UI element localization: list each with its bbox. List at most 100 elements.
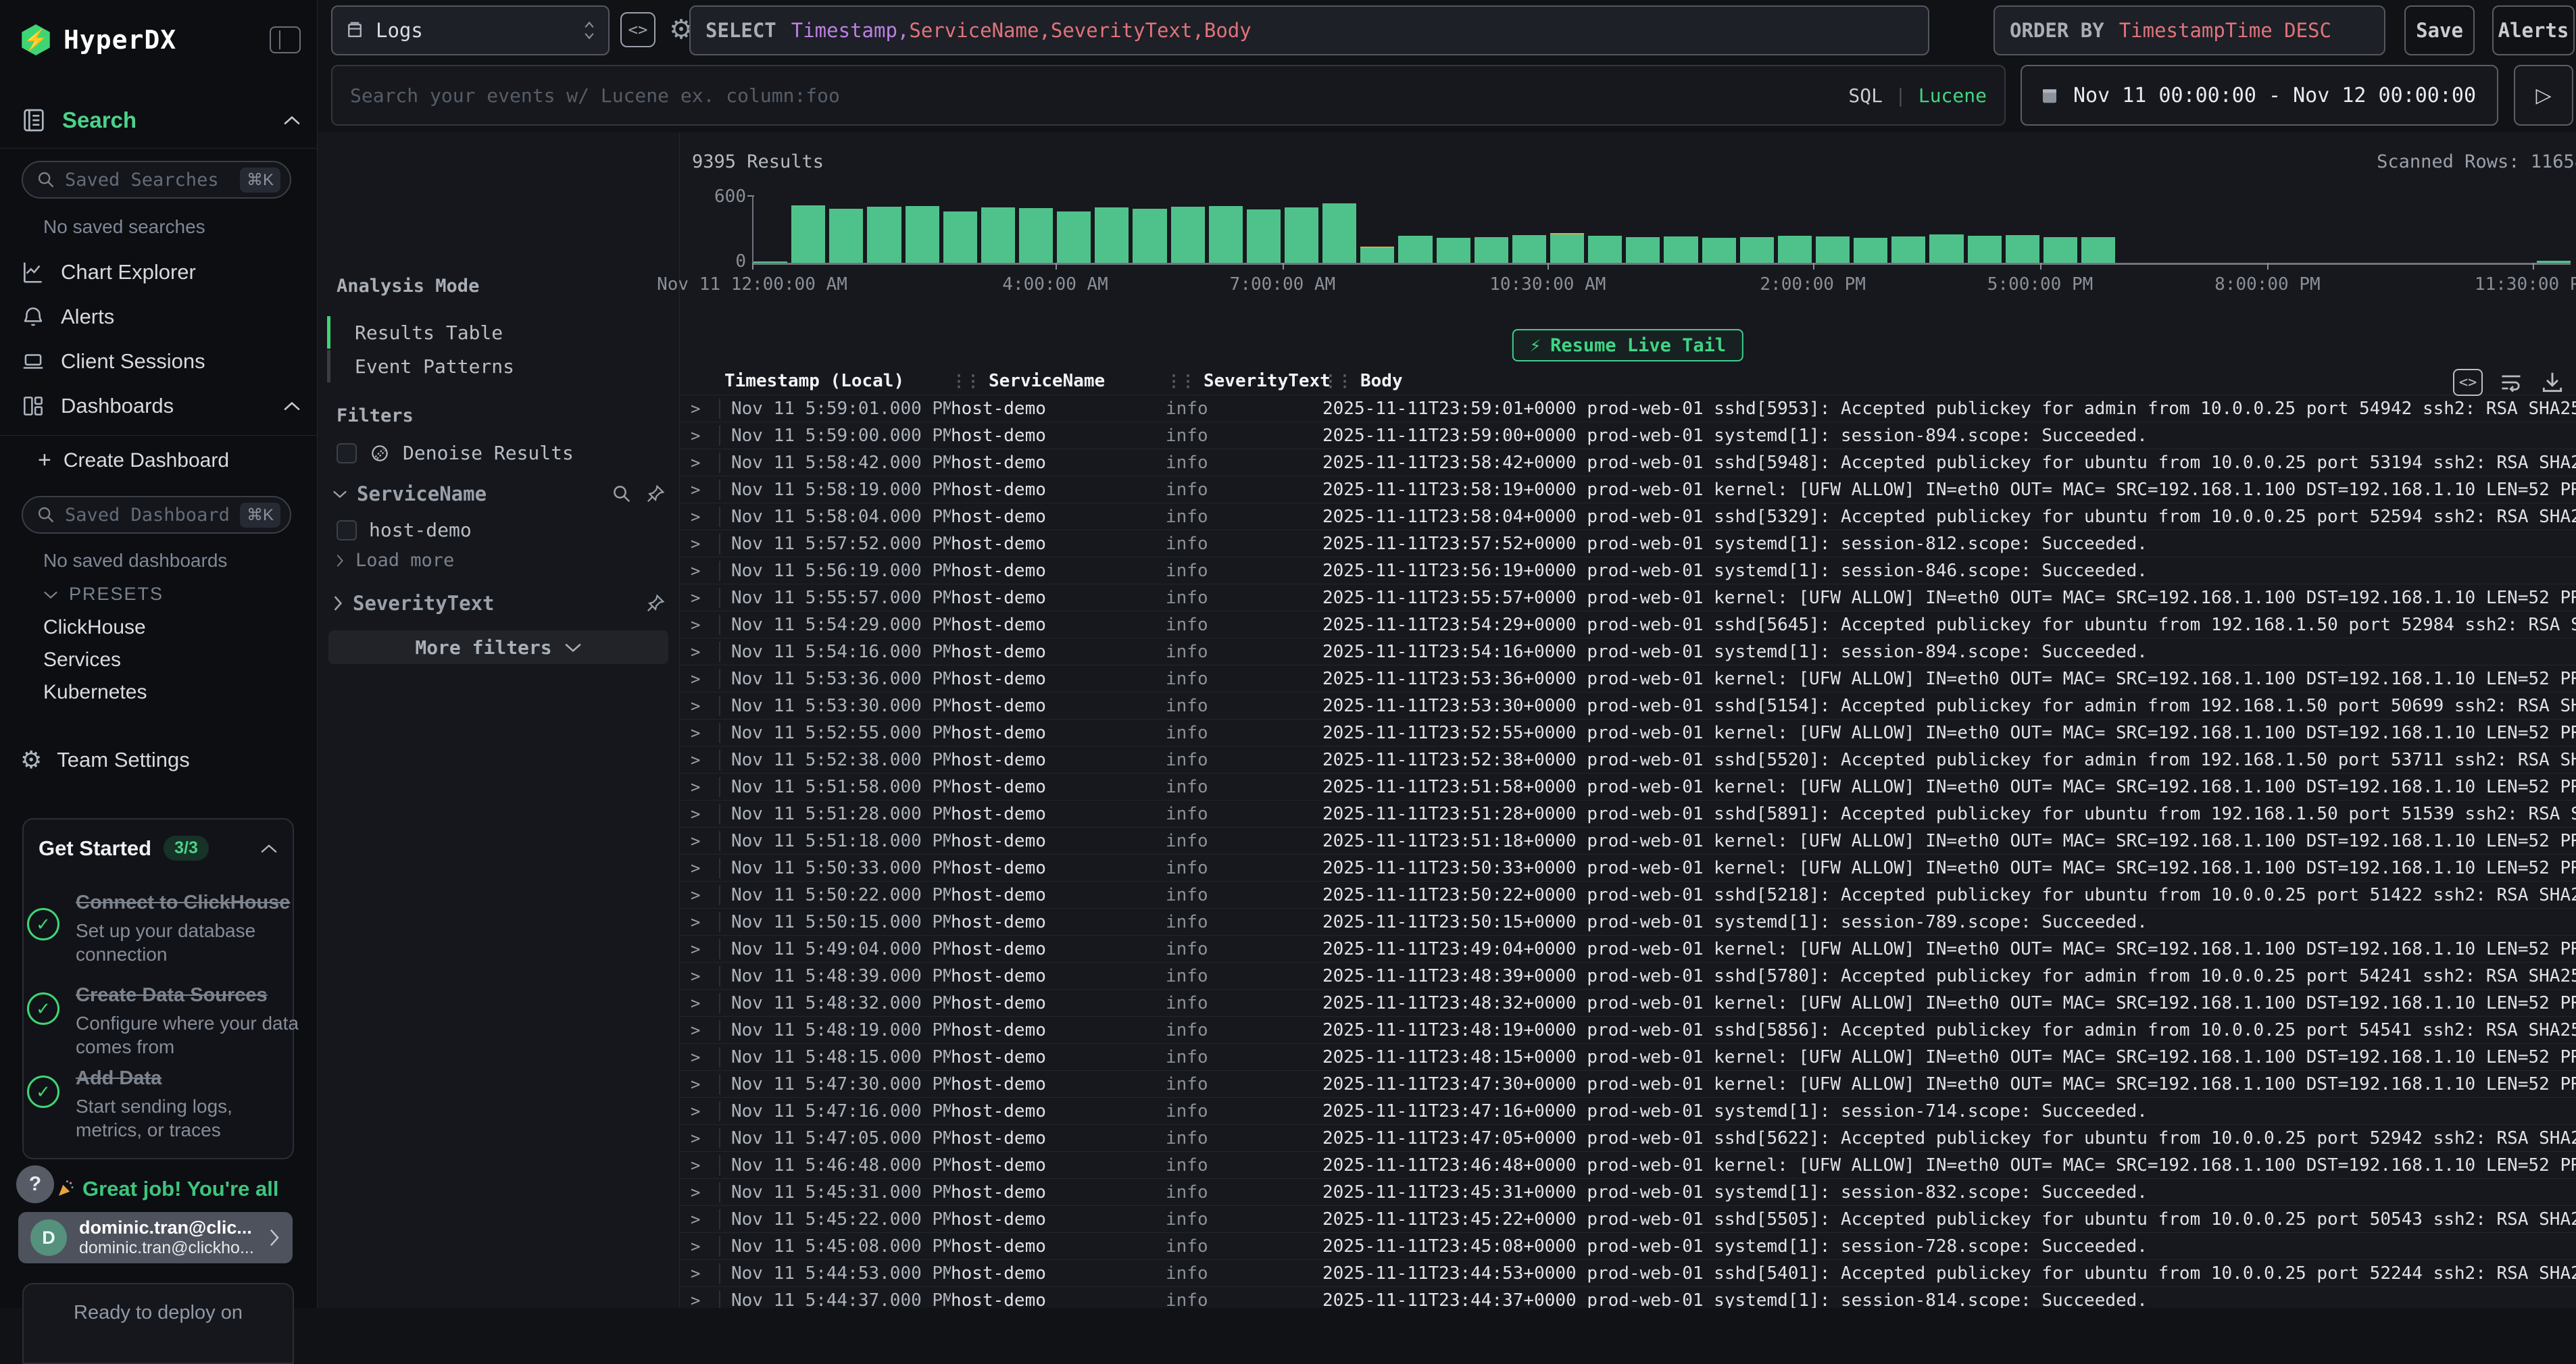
- sidebar-item-search[interactable]: Search: [20, 107, 301, 134]
- load-more-button[interactable]: Load more: [335, 550, 454, 571]
- query-language-toggle[interactable]: SQL | Lucene: [1848, 84, 1987, 107]
- table-row[interactable]: >Nov 11 5:47:30.000 PMhost-demoinfo2025-…: [680, 1070, 2576, 1097]
- get-started-step-add-data[interactable]: ✓ Add Data Start sending logs, metrics, …: [27, 1066, 299, 1142]
- table-row[interactable]: >Nov 11 5:45:08.000 PMhost-demoinfo2025-…: [680, 1232, 2576, 1259]
- chart-bar[interactable]: [2195, 195, 2229, 263]
- get-started-step-sources[interactable]: ✓ Create Data Sources Configure where yo…: [27, 983, 299, 1059]
- chart-bar[interactable]: [1171, 195, 1205, 263]
- chart-bar[interactable]: [943, 195, 977, 263]
- table-row[interactable]: >Nov 11 5:45:31.000 PMhost-demoinfo2025-…: [680, 1178, 2576, 1205]
- denoise-checkbox[interactable]: [337, 443, 357, 463]
- chart-bar[interactable]: [1247, 195, 1281, 263]
- chart-bar[interactable]: [1929, 195, 1963, 263]
- table-row[interactable]: >Nov 11 5:45:22.000 PMhost-demoinfo2025-…: [680, 1205, 2576, 1232]
- table-row[interactable]: >Nov 11 5:53:30.000 PMhost-demoinfo2025-…: [680, 692, 2576, 719]
- chart-bar[interactable]: [2271, 195, 2305, 263]
- preset-item-clickhouse[interactable]: ClickHouse: [43, 616, 146, 639]
- table-row[interactable]: >Nov 11 5:59:01.000 PMhost-demoinfo2025-…: [680, 395, 2576, 422]
- chart-bar[interactable]: [1778, 195, 1812, 263]
- date-range-picker[interactable]: Nov 11 00:00:00 - Nov 12 00:00:00: [2021, 65, 2498, 126]
- table-row[interactable]: >Nov 11 5:53:36.000 PMhost-demoinfo2025-…: [680, 665, 2576, 692]
- table-row[interactable]: >Nov 11 5:48:19.000 PMhost-demoinfo2025-…: [680, 1016, 2576, 1043]
- resume-live-tail-button[interactable]: ⚡ Resume Live Tail: [1512, 329, 1743, 361]
- servicename-filter-group[interactable]: ServiceName: [332, 482, 666, 505]
- chart-bar[interactable]: [1816, 195, 1850, 263]
- chart-bar[interactable]: [2385, 195, 2419, 263]
- chart-bar[interactable]: [2537, 195, 2571, 263]
- chart-bar[interactable]: [1133, 195, 1166, 263]
- table-row[interactable]: >Nov 11 5:58:19.000 PMhost-demoinfo2025-…: [680, 476, 2576, 503]
- chart-bar[interactable]: [1550, 195, 1584, 263]
- chevron-up-icon[interactable]: [260, 843, 278, 854]
- chart-bar[interactable]: [1398, 195, 1432, 263]
- table-row[interactable]: >Nov 11 5:49:04.000 PMhost-demoinfo2025-…: [680, 935, 2576, 962]
- order-by-input[interactable]: ORDER BY TimestampTime DESC: [1993, 5, 2385, 55]
- chart-bar[interactable]: [2498, 195, 2532, 263]
- table-row[interactable]: >Nov 11 5:48:39.000 PMhost-demoinfo2025-…: [680, 962, 2576, 989]
- sidebar-item-dashboards[interactable]: Dashboards: [20, 393, 301, 419]
- table-row[interactable]: >Nov 11 5:55:57.000 PMhost-demoinfo2025-…: [680, 584, 2576, 611]
- pin-icon[interactable]: [645, 484, 666, 504]
- chart-bar[interactable]: [1891, 195, 1925, 263]
- chart-bar[interactable]: [2460, 195, 2494, 263]
- chart-bar[interactable]: [867, 195, 901, 263]
- denoise-filter-row[interactable]: Denoise Results: [337, 442, 666, 464]
- lucene-toggle[interactable]: Lucene: [1918, 84, 1987, 107]
- table-row[interactable]: >Nov 11 5:58:42.000 PMhost-demoinfo2025-…: [680, 449, 2576, 476]
- chart-bar[interactable]: [1360, 195, 1394, 263]
- table-row[interactable]: >Nov 11 5:47:05.000 PMhost-demoinfo2025-…: [680, 1124, 2576, 1151]
- search-input[interactable]: Search your events w/ Lucene ex. column:…: [331, 65, 2006, 126]
- help-button[interactable]: ?: [16, 1165, 54, 1203]
- mode-results-table[interactable]: Results Table: [327, 316, 666, 349]
- column-resize-handle[interactable]: ⋮⋮: [1166, 372, 1194, 390]
- source-select[interactable]: Logs: [331, 5, 610, 55]
- text-wrap-icon[interactable]: [2498, 370, 2525, 395]
- chart-bar[interactable]: [791, 195, 825, 263]
- sql-editor-button[interactable]: <>: [620, 12, 655, 47]
- chart-bar[interactable]: [1854, 195, 1887, 263]
- table-columns-code-icon[interactable]: <>: [2453, 369, 2483, 396]
- table-row[interactable]: >Nov 11 5:44:37.000 PMhost-demoinfo2025-…: [680, 1286, 2576, 1308]
- table-row[interactable]: >Nov 11 5:58:04.000 PMhost-demoinfo2025-…: [680, 503, 2576, 530]
- table-row[interactable]: >Nov 11 5:48:32.000 PMhost-demoinfo2025-…: [680, 989, 2576, 1016]
- chart-bar[interactable]: [1626, 195, 1660, 263]
- preset-item-kubernetes[interactable]: Kubernetes: [43, 681, 147, 704]
- chart-bar[interactable]: [1588, 195, 1622, 263]
- table-row[interactable]: >Nov 11 5:44:53.000 PMhost-demoinfo2025-…: [680, 1259, 2576, 1286]
- chart-bar[interactable]: [1475, 195, 1508, 263]
- table-row[interactable]: >Nov 11 5:54:16.000 PMhost-demoinfo2025-…: [680, 638, 2576, 665]
- chart-bar[interactable]: [906, 195, 939, 263]
- table-row[interactable]: >Nov 11 5:48:15.000 PMhost-demoinfo2025-…: [680, 1043, 2576, 1070]
- filter-value-host-demo[interactable]: host-demo: [337, 519, 666, 541]
- saved-dashboards-input[interactable]: Saved Dashboards ⌘K: [22, 496, 291, 534]
- table-row[interactable]: >Nov 11 5:47:16.000 PMhost-demoinfo2025-…: [680, 1097, 2576, 1124]
- more-filters-button[interactable]: More filters: [328, 630, 668, 664]
- chart-bar[interactable]: [1702, 195, 1736, 263]
- pin-icon[interactable]: [645, 593, 666, 613]
- download-icon[interactable]: [2540, 370, 2565, 395]
- sidebar-item-chart-explorer[interactable]: Chart Explorer: [20, 259, 301, 285]
- sql-toggle[interactable]: SQL: [1848, 84, 1883, 107]
- table-row[interactable]: >Nov 11 5:46:48.000 PMhost-demoinfo2025-…: [680, 1151, 2576, 1178]
- chart-bar[interactable]: [2044, 195, 2077, 263]
- presets-section-toggle[interactable]: PRESETS: [43, 584, 164, 605]
- chart-bar[interactable]: [1019, 195, 1053, 263]
- column-resize-handle[interactable]: ⋮⋮: [1322, 372, 1351, 390]
- chart-bar[interactable]: [981, 195, 1015, 263]
- sidebar-item-client-sessions[interactable]: Client Sessions: [20, 349, 301, 374]
- sidebar-item-team-settings[interactable]: ⚙ Team Settings: [20, 746, 301, 774]
- collapse-sidebar-icon[interactable]: [270, 26, 301, 53]
- search-icon[interactable]: [612, 484, 632, 504]
- table-row[interactable]: >Nov 11 5:52:38.000 PMhost-demoinfo2025-…: [680, 746, 2576, 773]
- chart-bar[interactable]: [2309, 195, 2343, 263]
- chart-bar[interactable]: [2233, 195, 2267, 263]
- chart-bar[interactable]: [1512, 195, 1546, 263]
- table-row[interactable]: >Nov 11 5:54:29.000 PMhost-demoinfo2025-…: [680, 611, 2576, 638]
- create-dashboard-button[interactable]: + Create Dashboard: [38, 447, 229, 474]
- saved-searches-input[interactable]: Saved Searches ⌘K: [22, 161, 291, 199]
- save-button[interactable]: Save: [2404, 5, 2475, 55]
- chart-bar[interactable]: [1095, 195, 1129, 263]
- table-row[interactable]: >Nov 11 5:50:22.000 PMhost-demoinfo2025-…: [680, 881, 2576, 908]
- preset-item-services[interactable]: Services: [43, 649, 121, 672]
- chart-bar[interactable]: [1285, 195, 1318, 263]
